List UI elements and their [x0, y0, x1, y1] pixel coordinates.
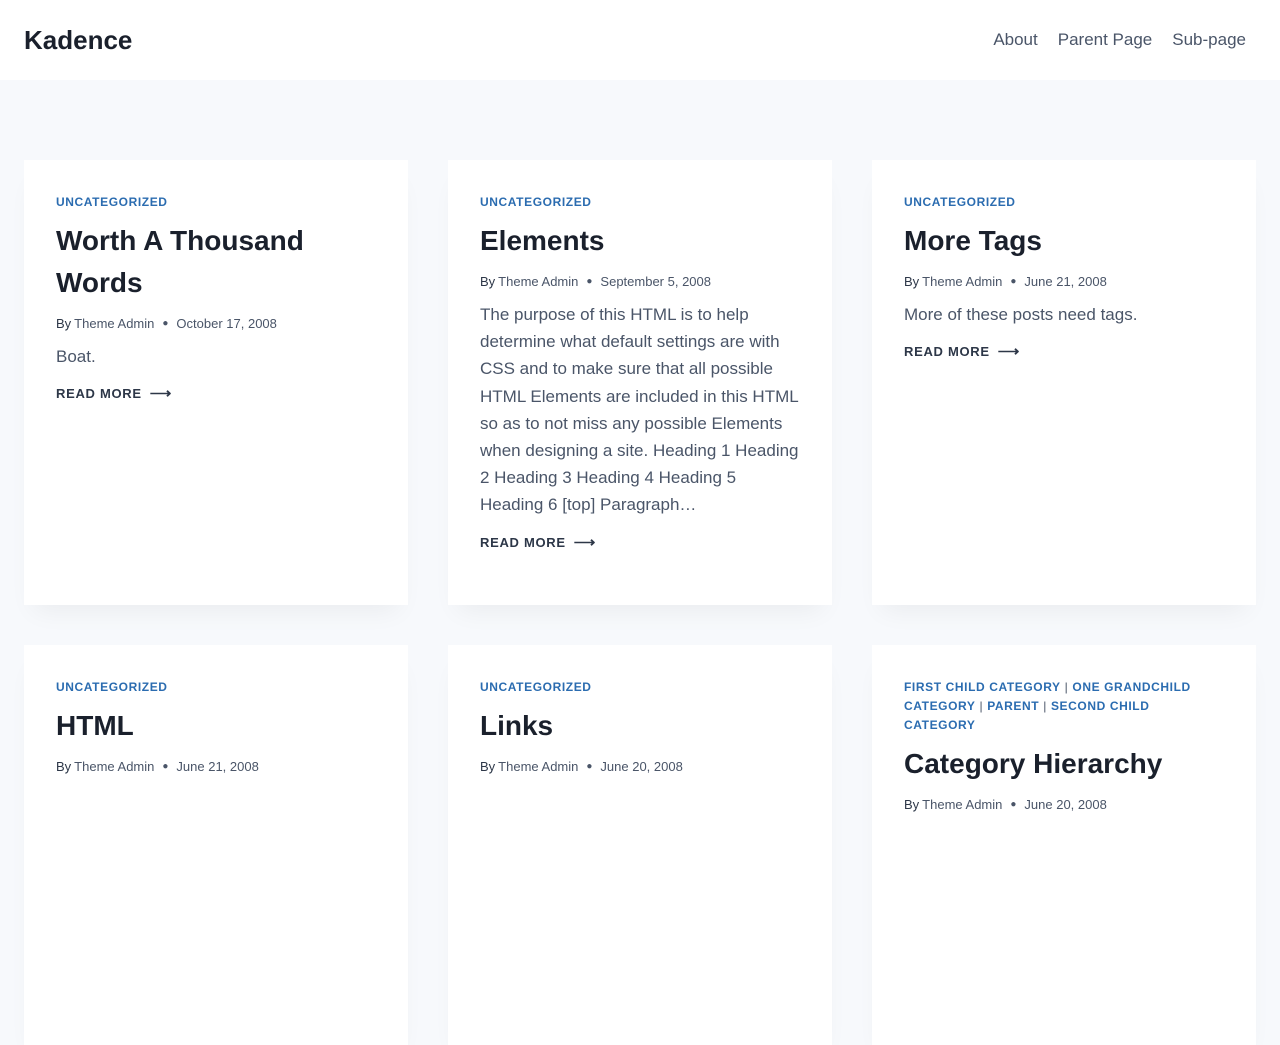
post-date: June 21, 2008 [176, 759, 259, 774]
author-link[interactable]: Theme Admin [922, 272, 1002, 292]
post-date: October 17, 2008 [176, 316, 277, 331]
post-excerpt: The purpose of this HTML is to help dete… [480, 305, 799, 515]
post-card: Uncategorized Elements By Theme Admin ● Septe… [448, 160, 832, 605]
nav-item-parent-page[interactable]: Parent Page [1048, 30, 1163, 50]
by-label: By [904, 797, 920, 812]
post-card: Uncategorized More Tags By Theme Admin ● June… [872, 160, 1256, 605]
category-link[interactable]: First Child Category [904, 680, 1061, 694]
category-separator: | [1064, 680, 1069, 694]
long-arrow-right-icon: ⟶ [149, 385, 172, 403]
read-more-label: Read More [480, 534, 566, 550]
bullet-dot-icon: ● [162, 318, 169, 329]
read-more-link[interactable]: Read More ⟶ [56, 386, 172, 401]
post-meta: By Theme Admin ● June 21, 2008 [904, 272, 1224, 292]
by-label: By [904, 274, 920, 289]
post-card: Uncategorized HTML By Theme Admin ● June 21, … [24, 645, 408, 1045]
by-label: By [56, 316, 72, 331]
post-excerpt: More of these posts need tags. [904, 305, 1138, 324]
post-title-link[interactable]: HTML [56, 705, 376, 747]
read-more-link[interactable]: Read More ⟶ [904, 344, 1020, 359]
bullet-dot-icon: ● [586, 276, 593, 287]
post-meta: By Theme Admin ● June 21, 2008 [56, 757, 376, 777]
post-categories: Uncategorized [56, 678, 376, 697]
post-categories: Uncategorized [904, 193, 1224, 212]
author-link[interactable]: Theme Admin [498, 757, 578, 777]
post-categories: Uncategorized [480, 678, 800, 697]
post-categories: First Child Category | One Grandchild Cate… [904, 678, 1224, 735]
category-link[interactable]: Uncategorized [56, 195, 168, 209]
post-meta: By Theme Admin ● June 20, 2008 [480, 757, 800, 777]
category-link[interactable]: Uncategorized [56, 680, 168, 694]
category-link[interactable]: Uncategorized [480, 680, 592, 694]
post-meta: By Theme Admin ● June 20, 2008 [904, 795, 1224, 815]
by-label: By [56, 759, 72, 774]
nav-item-about[interactable]: About [983, 30, 1047, 50]
site-header: Kadence About Parent Page Sub-page [0, 0, 1280, 80]
posts-grid: Uncategorized Worth A Thousand Words By The… [24, 160, 1256, 1045]
bullet-dot-icon: ● [162, 761, 169, 772]
site-title-link[interactable]: Kadence [24, 25, 132, 56]
post-title-link[interactable]: Links [480, 705, 800, 747]
post-date: June 21, 2008 [1024, 274, 1107, 289]
category-link[interactable]: Uncategorized [480, 195, 592, 209]
post-excerpt: Boat. [56, 347, 96, 366]
bullet-dot-icon: ● [1010, 799, 1017, 810]
author-link[interactable]: Theme Admin [498, 272, 578, 292]
category-link[interactable]: Parent [987, 699, 1039, 713]
post-title-link[interactable]: Category Hierarchy [904, 743, 1224, 785]
primary-navigation: About Parent Page Sub-page [983, 30, 1256, 50]
post-card: Uncategorized Worth A Thousand Words By The… [24, 160, 408, 605]
long-arrow-right-icon: ⟶ [573, 533, 596, 551]
author-link[interactable]: Theme Admin [74, 757, 154, 777]
post-title-link[interactable]: Worth A Thousand Words [56, 220, 376, 304]
post-card: First Child Category | One Grandchild Cate… [872, 645, 1256, 1045]
read-more-label: Read More [56, 386, 142, 402]
post-title-link[interactable]: More Tags [904, 220, 1224, 262]
by-label: By [480, 274, 496, 289]
post-meta: By Theme Admin ● September 5, 2008 [480, 272, 800, 292]
post-categories: Uncategorized [56, 193, 376, 212]
long-arrow-right-icon: ⟶ [997, 343, 1020, 361]
by-label: By [480, 759, 496, 774]
category-link[interactable]: Uncategorized [904, 195, 1016, 209]
post-card: Uncategorized Links By Theme Admin ● June 20,… [448, 645, 832, 1045]
post-meta: By Theme Admin ● October 17, 2008 [56, 314, 376, 334]
category-separator: | [979, 699, 984, 713]
post-title-link[interactable]: Elements [480, 220, 800, 262]
bullet-dot-icon: ● [1010, 276, 1017, 287]
read-more-label: Read More [904, 344, 990, 360]
author-link[interactable]: Theme Admin [922, 795, 1002, 815]
nav-item-sub-page[interactable]: Sub-page [1162, 30, 1256, 50]
post-categories: Uncategorized [480, 193, 800, 212]
author-link[interactable]: Theme Admin [74, 314, 154, 334]
post-date: June 20, 2008 [1024, 797, 1107, 812]
category-separator: | [1043, 699, 1047, 713]
post-date: September 5, 2008 [600, 274, 711, 289]
bullet-dot-icon: ● [586, 761, 593, 772]
read-more-link[interactable]: Read More ⟶ [480, 535, 596, 550]
post-date: June 20, 2008 [600, 759, 683, 774]
